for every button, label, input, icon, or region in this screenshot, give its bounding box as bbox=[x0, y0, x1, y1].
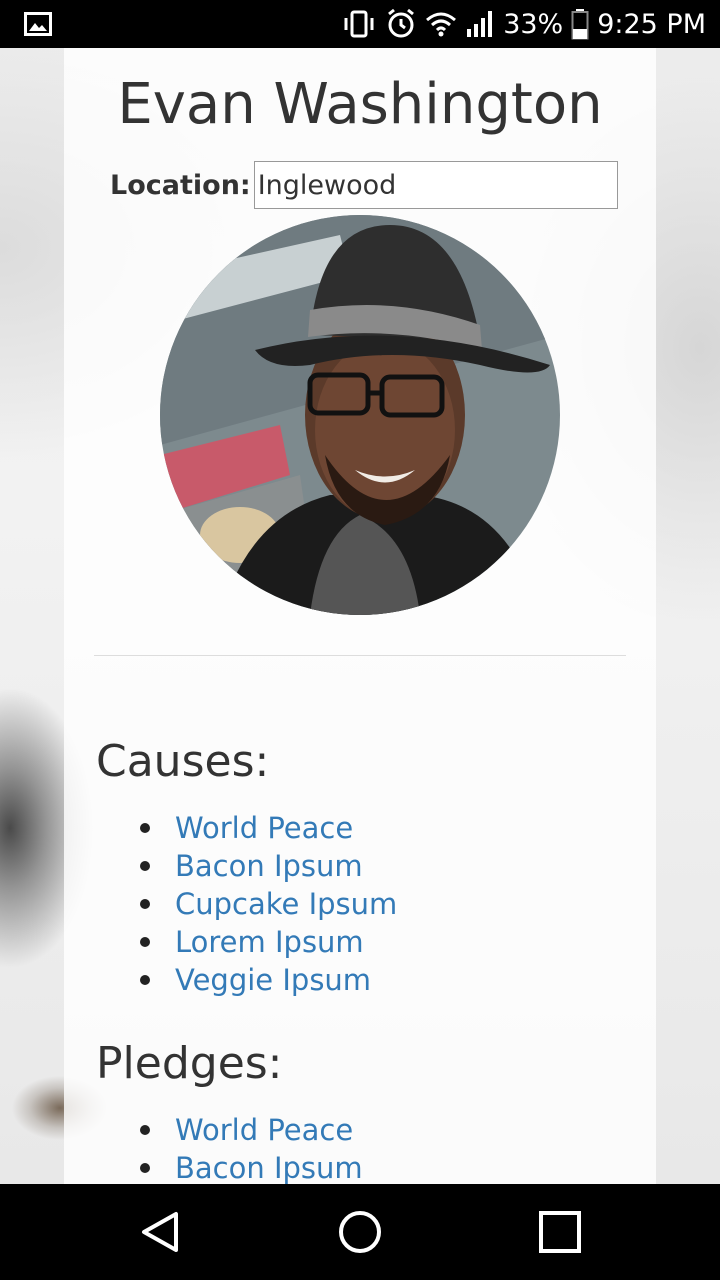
pledges-list: World Peace Bacon Ipsum bbox=[140, 1111, 363, 1187]
back-button[interactable] bbox=[112, 1184, 208, 1280]
list-item: World Peace bbox=[140, 809, 397, 847]
signal-icon bbox=[465, 9, 495, 39]
avatar bbox=[160, 215, 560, 615]
pledge-link[interactable]: Bacon Ipsum bbox=[175, 1151, 363, 1185]
list-item: Lorem Ipsum bbox=[140, 923, 397, 961]
wifi-icon bbox=[425, 11, 457, 37]
status-bar: 33% 9:25 PM bbox=[0, 0, 720, 48]
pledges-title: Pledges: bbox=[96, 1038, 283, 1089]
divider bbox=[94, 655, 626, 656]
causes-title: Causes: bbox=[96, 736, 270, 787]
recents-icon bbox=[539, 1211, 581, 1253]
vibrate-icon bbox=[341, 9, 377, 39]
cause-link[interactable]: Lorem Ipsum bbox=[175, 925, 364, 959]
alarm-icon bbox=[385, 8, 417, 40]
home-icon bbox=[339, 1211, 381, 1253]
home-button[interactable] bbox=[312, 1184, 408, 1280]
bullet bbox=[140, 861, 150, 871]
bullet bbox=[140, 823, 150, 833]
battery-icon bbox=[571, 8, 589, 40]
image-icon bbox=[24, 12, 52, 36]
list-item: Veggie Ipsum bbox=[140, 961, 397, 999]
cause-link[interactable]: World Peace bbox=[175, 811, 353, 845]
location-field[interactable] bbox=[253, 161, 618, 209]
list-item: World Peace bbox=[140, 1111, 363, 1149]
clock-time: 9:25 PM bbox=[597, 8, 706, 40]
list-item: Bacon Ipsum bbox=[140, 1149, 363, 1187]
cause-link[interactable]: Cupcake Ipsum bbox=[175, 887, 397, 921]
bullet bbox=[140, 1163, 150, 1173]
navigation-bar bbox=[0, 1184, 720, 1280]
location-row: Location: bbox=[110, 161, 618, 209]
location-label: Location: bbox=[110, 169, 251, 201]
bullet bbox=[140, 899, 150, 909]
back-icon bbox=[142, 1212, 178, 1252]
battery-percent: 33% bbox=[503, 8, 564, 40]
cause-link[interactable]: Bacon Ipsum bbox=[175, 849, 363, 883]
cause-link[interactable]: Veggie Ipsum bbox=[175, 963, 371, 997]
causes-list: World Peace Bacon Ipsum Cupcake Ipsum Lo… bbox=[140, 809, 397, 999]
list-item: Bacon Ipsum bbox=[140, 847, 397, 885]
pledge-link[interactable]: World Peace bbox=[175, 1113, 353, 1147]
recents-button[interactable] bbox=[512, 1184, 608, 1280]
bullet bbox=[140, 975, 150, 985]
profile-name: Evan Washington bbox=[117, 72, 603, 137]
list-item: Cupcake Ipsum bbox=[140, 885, 397, 923]
bullet bbox=[140, 1125, 150, 1135]
bullet bbox=[140, 937, 150, 947]
